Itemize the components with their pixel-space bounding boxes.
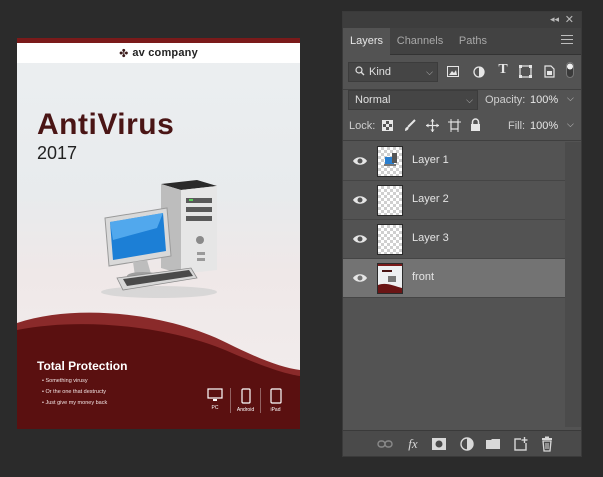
- desktop-computer-illustration: [101, 180, 217, 298]
- layer-row-layer-1[interactable]: Layer 1: [343, 142, 565, 181]
- device-android: Android: [230, 388, 260, 413]
- layer-row-layer-2[interactable]: Layer 2: [343, 181, 565, 220]
- opacity-slider-chevron-icon[interactable]: ⌵: [567, 93, 574, 104]
- image-filter-icon[interactable]: [447, 66, 459, 77]
- feature-list: Something virusy Or the one that destruc…: [42, 376, 107, 409]
- filter-toggle-icon[interactable]: [566, 62, 574, 78]
- fill-label: Fill:: [508, 120, 526, 132]
- device-label: PC: [211, 405, 219, 411]
- panel-tabs: Layers Channels Paths: [343, 28, 581, 55]
- document-canvas[interactable]: ✤ av company AntiVirus 2017 Total Protec…: [17, 38, 300, 429]
- lock-label: Lock:: [349, 120, 376, 132]
- tablet-icon: [269, 388, 282, 404]
- layer-row-layer-3[interactable]: Layer 3: [343, 220, 565, 259]
- close-panel-icon[interactable]: ✕: [565, 13, 574, 26]
- brand-name: av company: [132, 47, 198, 59]
- layer-thumbnail: [377, 263, 403, 294]
- fill-input[interactable]: 100%: [530, 120, 558, 132]
- blend-mode-select[interactable]: Normal ⌵: [348, 90, 478, 110]
- lock-position-icon[interactable]: [426, 119, 439, 132]
- brand-logo-icon: ✤: [119, 47, 129, 60]
- phone-icon: [240, 388, 251, 404]
- adjustment-layer-icon[interactable]: [459, 436, 475, 452]
- feature-item: Just give my money back: [42, 398, 107, 409]
- device-pc: PC: [200, 388, 230, 413]
- feature-item: Or the one that destructy: [42, 387, 107, 398]
- device-label: Android: [236, 407, 255, 413]
- layer-thumbnail: [377, 185, 403, 216]
- panel-header: ◂◂ ✕: [343, 12, 581, 28]
- product-year: 2017: [37, 143, 78, 163]
- collapse-panel-icon[interactable]: ◂◂: [550, 14, 559, 25]
- monitor-icon: [207, 388, 223, 401]
- layers-scrollbar[interactable]: [565, 142, 581, 427]
- opacity-input[interactable]: 100%: [530, 94, 558, 106]
- layer-row-front[interactable]: front: [343, 259, 565, 298]
- opacity-label: Opacity:: [485, 94, 526, 106]
- lock-artboard-icon[interactable]: [448, 119, 461, 132]
- layers-panel: ◂◂ ✕ Layers Channels Paths Kind ⌵ T Norm…: [342, 11, 582, 457]
- visibility-eye-icon[interactable]: [352, 232, 368, 246]
- adjustment-filter-icon[interactable]: [473, 66, 485, 78]
- panel-footer: fx: [343, 430, 581, 456]
- type-filter-icon[interactable]: T: [494, 62, 512, 78]
- layer-name[interactable]: Layer 1: [412, 154, 449, 166]
- device-list: PC Android iPad: [200, 388, 290, 413]
- visibility-eye-icon[interactable]: [352, 271, 368, 285]
- filter-kind-value: Kind: [369, 66, 392, 78]
- search-icon: [355, 66, 365, 76]
- visibility-eye-icon[interactable]: [352, 193, 368, 207]
- layer-thumbnail: [377, 146, 403, 177]
- chevron-down-icon: ⌵: [466, 95, 473, 105]
- lock-paint-icon[interactable]: [404, 119, 416, 132]
- lock-row: Lock: Fill: 100% ⌵: [343, 118, 581, 136]
- mask-icon[interactable]: [431, 436, 447, 452]
- tab-channels[interactable]: Channels: [391, 28, 449, 55]
- chevron-down-icon: ⌵: [426, 67, 433, 77]
- link-layers-icon[interactable]: [377, 436, 393, 452]
- fx-icon[interactable]: fx: [405, 436, 421, 452]
- layer-thumbnail: [377, 224, 403, 255]
- smart-object-filter-icon[interactable]: [544, 65, 555, 78]
- tab-layers[interactable]: Layers: [343, 28, 390, 55]
- new-group-icon[interactable]: [485, 436, 501, 452]
- divider: [343, 140, 581, 141]
- layer-name[interactable]: front: [412, 271, 434, 283]
- fill-slider-chevron-icon[interactable]: ⌵: [567, 119, 574, 130]
- lock-transparent-icon[interactable]: [382, 120, 393, 131]
- panel-menu-icon[interactable]: [561, 35, 573, 45]
- layer-name[interactable]: Layer 3: [412, 232, 449, 244]
- device-label: iPad: [270, 407, 281, 413]
- blend-mode-value: Normal: [355, 94, 391, 106]
- visibility-eye-icon[interactable]: [352, 154, 368, 168]
- protection-heading: Total Protection: [37, 359, 128, 373]
- product-title: AntiVirus: [37, 108, 175, 141]
- filter-row: Kind ⌵ T: [343, 62, 581, 84]
- delete-icon[interactable]: [539, 436, 555, 452]
- brand-bar: ✤ av company: [17, 43, 300, 63]
- blend-row: Normal ⌵ Opacity: 100% ⌵: [343, 90, 581, 112]
- layers-list: Layer 1 Layer 2 Layer 3 front: [343, 142, 565, 298]
- tab-paths[interactable]: Paths: [450, 28, 496, 55]
- feature-item: Something virusy: [42, 376, 107, 387]
- device-ipad: iPad: [260, 388, 290, 413]
- layer-name[interactable]: Layer 2: [412, 193, 449, 205]
- new-layer-icon[interactable]: [513, 436, 529, 452]
- lock-all-icon[interactable]: [470, 118, 481, 132]
- filter-kind-select[interactable]: Kind ⌵: [348, 62, 438, 82]
- shape-filter-icon[interactable]: [519, 65, 532, 78]
